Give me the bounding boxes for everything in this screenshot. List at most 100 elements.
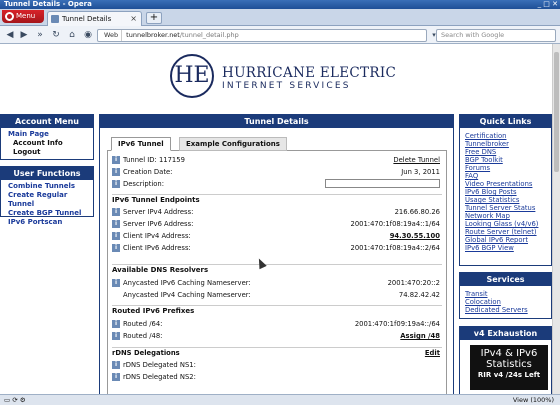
account-menu-item[interactable]: Main Page bbox=[1, 130, 93, 139]
browser-tab[interactable]: Tunnel Details × bbox=[47, 11, 142, 26]
info-icon[interactable]: i bbox=[112, 232, 120, 240]
info-icon[interactable]: i bbox=[112, 279, 120, 287]
web-page: HE HURRICANE ELECTRIC INTERNET SERVICES … bbox=[0, 44, 552, 394]
rdns-row: i rDNS Delegated NS2: bbox=[112, 372, 442, 382]
dns-label: Anycasted IPv4 Caching Nameserver: bbox=[123, 291, 251, 299]
description-label: Description: bbox=[123, 180, 165, 188]
v4-exhaustion-title: v4 Exhaustion bbox=[460, 327, 551, 340]
account-menu-item[interactable]: Logout bbox=[1, 148, 93, 157]
quick-links-panel: Quick Links Certification Tunnelbroker Fre… bbox=[459, 114, 552, 266]
favicon-icon bbox=[51, 15, 59, 23]
quick-link[interactable]: Video Presentations bbox=[460, 180, 551, 188]
tunnel-tabs: IPv6 Tunnel Example Configurations bbox=[107, 135, 447, 151]
close-tab-icon[interactable]: × bbox=[130, 12, 137, 26]
logo-line1: HURRICANE ELECTRIC bbox=[222, 65, 397, 81]
info-icon[interactable]: i bbox=[112, 320, 120, 328]
window-controls[interactable]: _ □ ✕ bbox=[538, 0, 558, 9]
prefix-value: 2001:470:1f09:19a4::/64 bbox=[354, 320, 440, 328]
creation-date-row: i Creation Date: Jun 3, 2011 bbox=[112, 167, 442, 177]
info-icon[interactable]: i bbox=[112, 208, 120, 216]
endpoint-row: i Server IPv6 Address: 2001:470:1f08:19a4:… bbox=[112, 219, 442, 229]
prefix-label: Routed /64: bbox=[123, 320, 163, 328]
endpoint-row: i Server IPv4 Address: 216.66.80.26 bbox=[112, 207, 442, 217]
address-bar[interactable]: Web tunnelbroker.net/tunnel_detail.php bbox=[97, 29, 427, 42]
quick-link[interactable]: Tunnelbroker bbox=[460, 140, 551, 148]
user-function-item[interactable]: Combine Tunnels bbox=[1, 182, 93, 191]
hurricane-electric-logo[interactable]: HE HURRICANE ELECTRIC INTERNET SERVICES bbox=[170, 54, 400, 104]
rdns-label: rDNS Delegated NS1: bbox=[123, 361, 196, 369]
services-title: Services bbox=[460, 273, 551, 286]
account-menu-item[interactable]: Account Info bbox=[1, 139, 93, 148]
tunnel-info: i Tunnel ID: 117159 Delete Tunnel i Crea… bbox=[107, 151, 447, 394]
reload-icon[interactable]: ↻ bbox=[50, 29, 62, 41]
panel-toggle-icon[interactable]: ▭ ⟳ ⚙ bbox=[4, 395, 26, 405]
quick-link[interactable]: Certification bbox=[460, 132, 551, 140]
dns-row: iAnycasted IPv4 Caching Nameserver:74.82… bbox=[112, 290, 442, 300]
rdns-heading-row: rDNS Delegations Edit bbox=[112, 347, 442, 358]
service-link[interactable]: Transit bbox=[460, 290, 551, 298]
description-row: i Description: bbox=[112, 179, 442, 189]
page-scrollbar[interactable] bbox=[552, 44, 560, 394]
scrollbar-thumb[interactable] bbox=[554, 52, 559, 172]
globe-icon: ◉ bbox=[84, 30, 92, 40]
quick-link[interactable]: IPv6 Blog Posts bbox=[460, 188, 551, 196]
info-icon[interactable]: i bbox=[112, 244, 120, 252]
rdns-label: rDNS Delegated NS2: bbox=[123, 373, 196, 381]
dns-value: 74.82.42.42 bbox=[398, 291, 440, 299]
address-domain: tunnelbroker.net bbox=[126, 31, 180, 39]
info-icon[interactable]: i bbox=[112, 361, 120, 369]
service-link[interactable]: Colocation bbox=[460, 298, 551, 306]
forward-icon[interactable]: ▶ bbox=[18, 29, 30, 41]
user-function-item[interactable]: Create Regular Tunnel bbox=[1, 191, 93, 209]
info-icon[interactable]: i bbox=[112, 168, 120, 176]
opera-menu-button[interactable]: Menu bbox=[2, 10, 44, 23]
tunnel-id-row: i Tunnel ID: 117159 Delete Tunnel bbox=[112, 155, 442, 165]
endpoint-label: Client IPv4 Address: bbox=[123, 232, 191, 240]
prefix-value[interactable]: Assign /48 bbox=[400, 331, 440, 341]
quick-link[interactable]: BGP Toolkit bbox=[460, 156, 551, 164]
status-bar: ▭ ⟳ ⚙ View (100%) bbox=[0, 394, 560, 405]
info-icon[interactable]: i bbox=[112, 180, 120, 188]
opera-menu-label: Menu bbox=[16, 12, 36, 20]
endpoints-heading: IPv6 Tunnel Endpoints bbox=[112, 194, 442, 205]
rdns-edit-link[interactable]: Edit bbox=[425, 348, 440, 359]
quick-link[interactable]: Looking Glass (v4/v6) bbox=[460, 220, 551, 228]
navigation-bar: ◀ ▶ » ↻ ⌂ ◉ Web tunnelbroker.net/tunnel_d… bbox=[0, 26, 560, 44]
tab-example-configurations[interactable]: Example Configurations bbox=[179, 137, 287, 151]
user-function-item[interactable]: IPv6 Portscan bbox=[1, 218, 93, 227]
prefixes-heading: Routed IPv6 Prefixes bbox=[112, 305, 442, 316]
quick-link[interactable]: Usage Statistics bbox=[460, 196, 551, 204]
quick-link[interactable]: Free DNS bbox=[460, 148, 551, 156]
endpoint-value: 2001:470:1f08:19a4::2/64 bbox=[350, 244, 441, 252]
fast-forward-icon[interactable]: » bbox=[34, 29, 46, 41]
quick-link[interactable]: Route Server (telnet) bbox=[460, 228, 551, 236]
info-icon[interactable]: i bbox=[112, 332, 120, 340]
user-functions-panel: User Functions Combine Tunnels Create Reg… bbox=[0, 166, 94, 226]
zoom-level[interactable]: View (100%) bbox=[513, 395, 554, 405]
quick-link[interactable]: Global IPv6 Report bbox=[460, 236, 551, 244]
quick-link[interactable]: Forums bbox=[460, 164, 551, 172]
info-icon[interactable]: i bbox=[112, 373, 120, 381]
quick-link[interactable]: Network Map bbox=[460, 212, 551, 220]
home-icon[interactable]: ⌂ bbox=[66, 29, 78, 41]
quick-link[interactable]: Tunnel Server Status bbox=[460, 204, 551, 212]
back-icon[interactable]: ◀ bbox=[4, 29, 16, 41]
tunnel-details-panel: Tunnel Details IPv6 Tunnel Example Confi… bbox=[99, 114, 454, 394]
info-icon[interactable]: i bbox=[112, 220, 120, 228]
new-tab-button[interactable]: + bbox=[146, 12, 162, 24]
ipv4-ipv6-statistics-banner[interactable]: IPv4 & IPv6 Statistics RIR v4 /24s Left bbox=[470, 345, 548, 390]
search-input[interactable]: Search with Google bbox=[436, 29, 556, 42]
quick-link[interactable]: FAQ bbox=[460, 172, 551, 180]
tab-ipv6-tunnel[interactable]: IPv6 Tunnel bbox=[111, 137, 171, 151]
quick-link[interactable]: IPv6 BGP View bbox=[460, 244, 551, 252]
info-icon[interactable]: i bbox=[112, 156, 120, 164]
dns-label: Anycasted IPv6 Caching Nameserver: bbox=[123, 279, 251, 287]
endpoint-label: Server IPv4 Address: bbox=[123, 208, 194, 216]
description-input[interactable] bbox=[325, 179, 440, 188]
service-link[interactable]: Dedicated Servers bbox=[460, 306, 551, 314]
logo-monogram: HE bbox=[170, 54, 214, 98]
delete-tunnel-link[interactable]: Delete Tunnel bbox=[393, 155, 440, 165]
endpoint-row: i Client IPv4 Address: 94.30.55.100 bbox=[112, 231, 442, 241]
user-function-item[interactable]: Create BGP Tunnel bbox=[1, 209, 93, 218]
endpoint-value: 2001:470:1f08:19a4::1/64 bbox=[350, 220, 441, 228]
